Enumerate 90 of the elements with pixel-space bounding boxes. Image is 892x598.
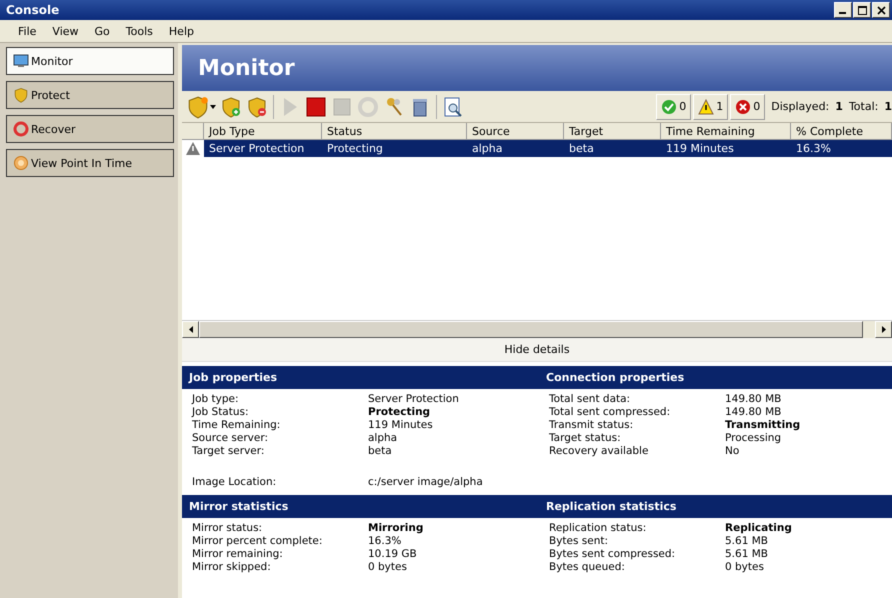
property-value: 5.61 MB: [725, 535, 769, 548]
warning-icon: [698, 98, 714, 114]
property-value: alpha: [368, 432, 398, 445]
property-label: Job type:: [192, 393, 240, 406]
maximize-icon: [858, 6, 866, 14]
scrollbar-thumb[interactable]: [199, 321, 863, 338]
minimize-button[interactable]: [834, 2, 852, 18]
property-label: Total sent compressed:: [549, 406, 672, 419]
table-cell[interactable]: Server Protection: [204, 140, 322, 157]
table-cell[interactable]: 119 Minutes: [661, 140, 791, 157]
status-counter[interactable]: 0: [656, 94, 692, 120]
property-value: 0 bytes: [368, 561, 408, 574]
inspect-icon: [442, 96, 464, 118]
property-label: Job Status:: [192, 406, 250, 419]
property-value: 0 bytes: [725, 561, 765, 574]
property-value: No: [725, 445, 740, 458]
section-title: Mirror statistics: [188, 500, 290, 513]
close-icon: [876, 6, 886, 14]
property-label: Replication status:: [549, 522, 648, 535]
menu-item[interactable]: View: [44, 24, 87, 38]
property-label: Mirror remaining:: [192, 548, 284, 561]
menu-item[interactable]: Help: [160, 24, 202, 38]
property-value: Processing: [725, 432, 782, 445]
warning-icon: [185, 141, 201, 156]
property-value: 5.61 MB: [725, 548, 769, 561]
table-cell[interactable]: beta: [564, 140, 661, 157]
displayed-count: 1: [835, 100, 843, 113]
shield-plus-icon: [220, 96, 242, 118]
property-label: Source server:: [192, 432, 269, 445]
property-value: c:/server image/alpha: [368, 476, 484, 489]
menu-item[interactable]: File: [10, 24, 44, 38]
menu-item[interactable]: Tools: [118, 24, 161, 38]
menu-item[interactable]: Go: [86, 24, 118, 38]
property-value: beta: [368, 445, 393, 458]
scroll-left-button[interactable]: [182, 321, 199, 338]
hide-details-button[interactable]: Hide details: [182, 338, 892, 362]
status-counter[interactable]: 1: [693, 94, 728, 120]
table-cell[interactable]: 16.3%: [791, 140, 892, 157]
property-label: Bytes queued:: [549, 561, 626, 574]
property-value: Mirroring: [368, 522, 424, 535]
shield-icon: [13, 87, 29, 103]
property-label: Bytes sent compressed:: [549, 548, 676, 561]
shield-icon: [186, 94, 210, 118]
property-label: Time Remaining:: [192, 419, 282, 432]
close-button[interactable]: [872, 2, 890, 18]
property-value: 119 Minutes: [368, 419, 434, 432]
monitor-icon: [13, 54, 29, 68]
property-value: 149.80 MB: [725, 393, 782, 406]
property-value: 16.3%: [368, 535, 402, 548]
property-label: Target server:: [192, 445, 266, 458]
section-title: Connection properties: [545, 371, 686, 384]
check-icon: [661, 98, 678, 114]
displayed-label: Displayed:: [771, 100, 830, 113]
sidebar-item[interactable]: Monitor: [6, 47, 174, 75]
property-value: 10.19 GB: [368, 548, 418, 561]
property-label: Total sent data:: [549, 393, 632, 406]
property-value: Protecting: [368, 406, 432, 419]
caret-icon: [210, 104, 216, 108]
property-label: Bytes sent:: [549, 535, 610, 548]
property-label: Mirror status:: [192, 522, 264, 535]
property-label: Recovery available: [549, 445, 650, 458]
section-title: Replication statistics: [545, 500, 678, 513]
window-title: Console: [6, 3, 60, 17]
property-label: Target status:: [549, 432, 622, 445]
property-label: Mirror percent complete:: [192, 535, 324, 548]
property-label: Mirror skipped:: [192, 561, 272, 574]
total-label: Total:: [848, 100, 878, 113]
table-cell[interactable]: Protecting: [322, 140, 467, 157]
error-icon: [735, 98, 752, 114]
property-label: Image Location:: [192, 476, 278, 489]
property-label: Transmit status:: [549, 419, 634, 432]
table-cell[interactable]: alpha: [467, 140, 564, 157]
section-title: Job properties: [187, 371, 278, 384]
maximize-button[interactable]: [853, 2, 871, 18]
shield-minus-icon: [246, 96, 268, 118]
total-count: 1: [884, 100, 892, 113]
scroll-right-button[interactable]: [875, 321, 892, 338]
left-arrow-icon: [188, 326, 192, 333]
property-value: Transmitting: [725, 419, 802, 432]
stop-icon: [305, 96, 327, 118]
blank-column-header: [182, 123, 204, 140]
status-counter[interactable]: 0: [730, 94, 766, 120]
sidebar-item[interactable]: Recover: [6, 115, 174, 143]
property-value: Server Protection: [368, 393, 460, 406]
property-value: Replicating: [725, 522, 793, 535]
sidebar-item[interactable]: View Point In Time: [6, 149, 174, 177]
sidebar-item[interactable]: Protect: [6, 81, 174, 109]
right-arrow-icon: [882, 326, 886, 333]
page-title: Monitor: [198, 56, 295, 80]
property-value: 149.80 MB: [725, 406, 782, 419]
